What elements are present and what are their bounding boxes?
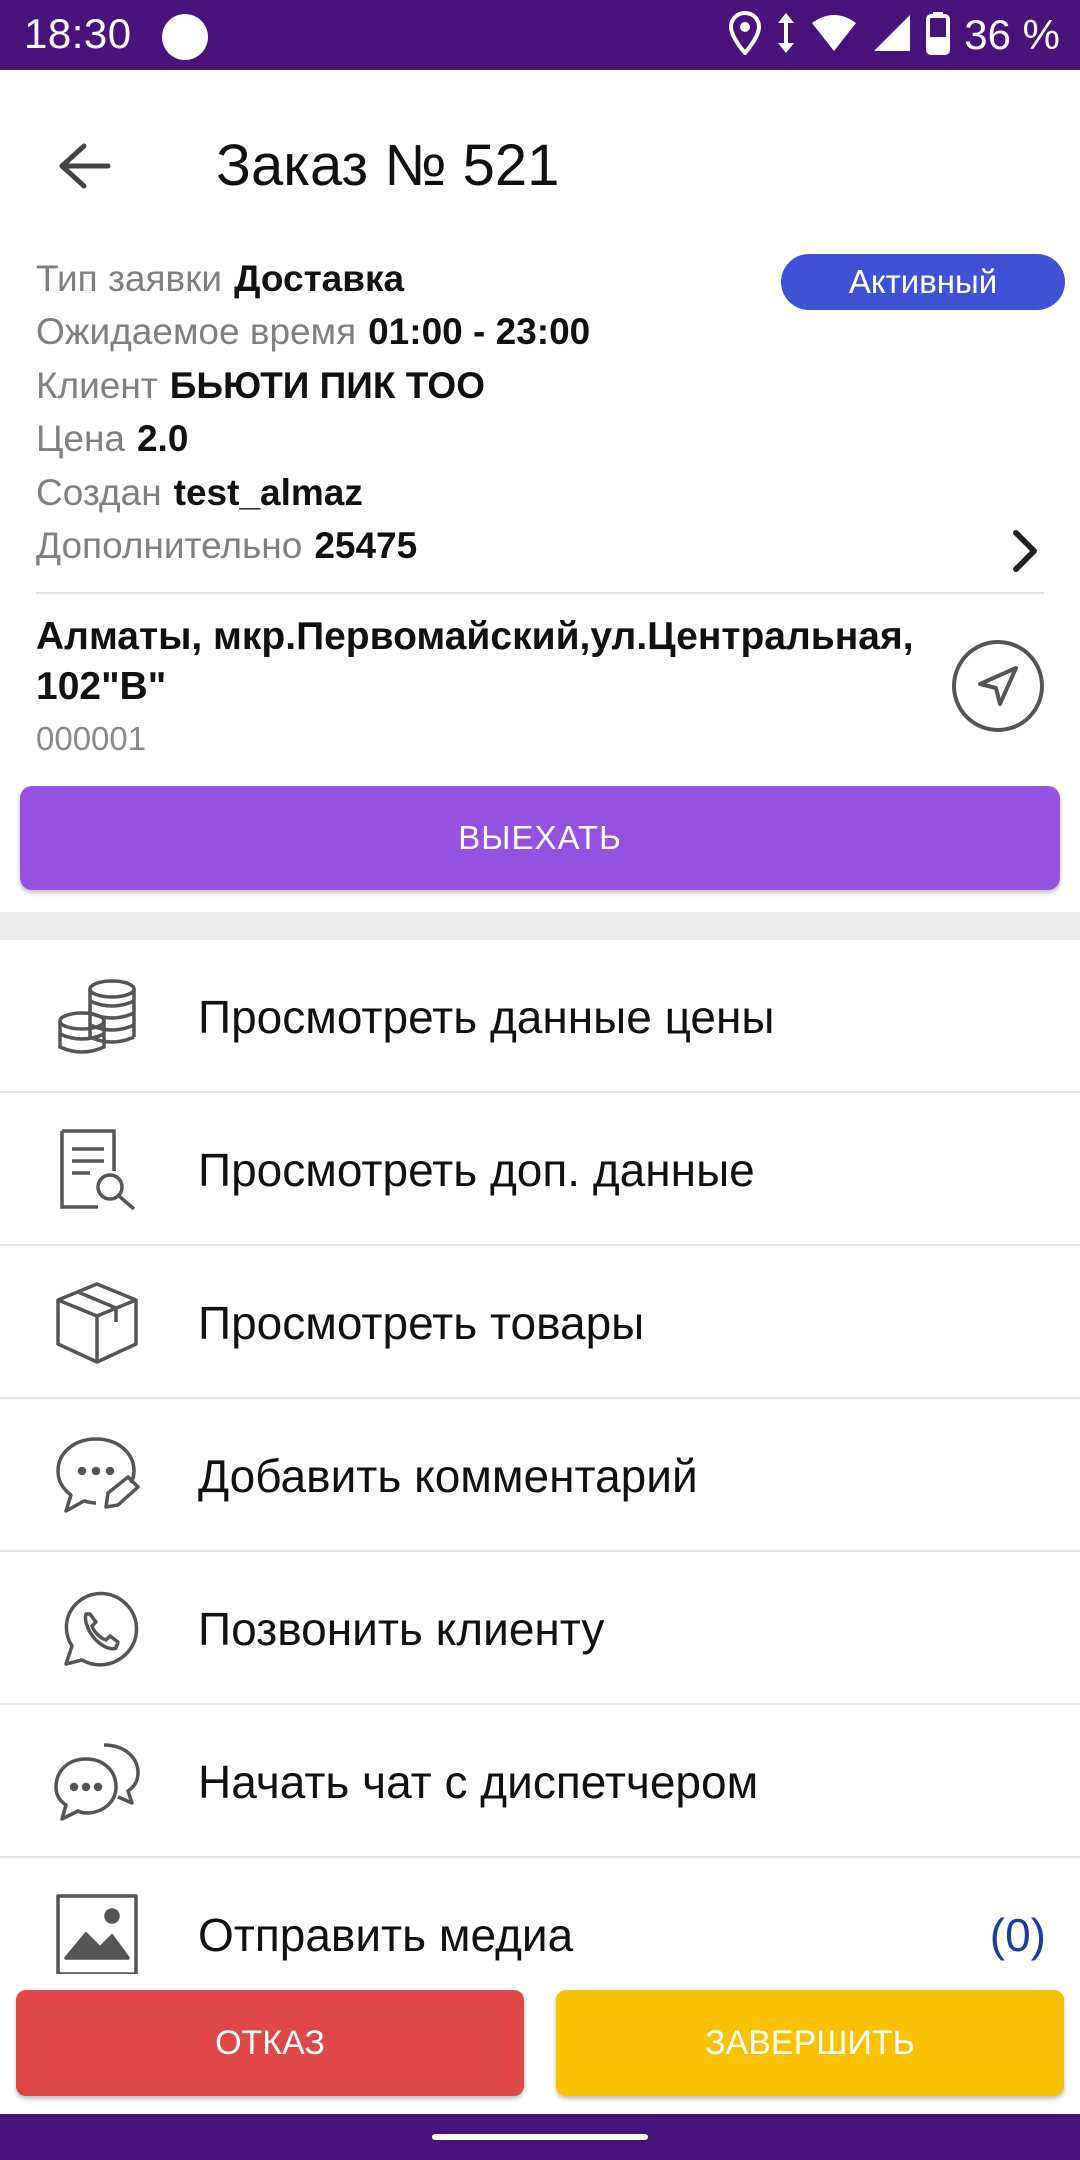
- field-label: Клиент: [36, 365, 158, 406]
- menu-item-price-data[interactable]: Просмотреть данные цены: [0, 940, 1080, 1093]
- status-bar: 18:30 36 %: [0, 0, 1080, 70]
- menu-item-add-comment[interactable]: Добавить комментарий: [0, 1399, 1080, 1552]
- menu-item-goods[interactable]: Просмотреть товары: [0, 1246, 1080, 1399]
- navigation-arrow-icon: [978, 666, 1018, 706]
- field-label: Ожидаемое время: [36, 311, 357, 352]
- circle-notification-icon: [162, 14, 208, 60]
- status-badge: Активный: [781, 254, 1065, 310]
- finish-button[interactable]: ЗАВЕРШИТЬ: [556, 1990, 1064, 2096]
- menu-item-label: Просмотреть товары: [198, 1297, 645, 1349]
- field-value: БЬЮТИ ПИК ТОО: [169, 365, 485, 406]
- divider: [36, 592, 1044, 594]
- menu-item-label: Просмотреть данные цены: [198, 991, 775, 1043]
- address-code: 000001: [36, 720, 147, 757]
- field-label: Тип заявки: [36, 258, 223, 299]
- status-time: 18:30: [24, 10, 132, 57]
- field-created-by: Создан test_almaz: [36, 472, 363, 522]
- field-value: 25475: [314, 525, 418, 566]
- refuse-button[interactable]: ОТКАЗ: [16, 1990, 524, 2096]
- field-additional[interactable]: Дополнительно 25475: [36, 525, 417, 575]
- back-button[interactable]: [48, 130, 120, 202]
- app-header: Заказ № 521: [0, 70, 1080, 250]
- field-price: Цена 2.0: [36, 418, 188, 468]
- field-label: Создан: [36, 472, 162, 513]
- battery-percent: 36 %: [964, 11, 1060, 58]
- page-title: Заказ № 521: [216, 133, 560, 198]
- status-icons: 36 %: [728, 10, 1060, 60]
- field-expected-time: Ожидаемое время 01:00 - 23:00: [36, 311, 590, 361]
- image-icon: [52, 1892, 142, 1978]
- delivery-address: Алматы, мкр.Первомайский,ул.Центральная,…: [36, 615, 914, 708]
- media-count: (0): [989, 1909, 1046, 1961]
- signal-icon: [872, 13, 912, 58]
- depart-button[interactable]: ВЫЕХАТЬ: [20, 786, 1060, 890]
- chevron-right-icon[interactable]: [1000, 526, 1050, 576]
- menu-item-dispatcher-chat[interactable]: Начать чат с диспетчером: [0, 1705, 1080, 1858]
- menu-item-extra-data[interactable]: Просмотреть доп. данные: [0, 1093, 1080, 1246]
- box-icon: [52, 1280, 142, 1366]
- menu-item-call-client[interactable]: Позвонить клиенту: [0, 1552, 1080, 1705]
- system-navigation-bar: [0, 2114, 1080, 2160]
- field-label: Дополнительно: [36, 525, 303, 566]
- bottom-action-bar: ОТКАЗ ЗАВЕРШИТЬ: [0, 1974, 1080, 2114]
- field-value: 01:00 - 23:00: [368, 311, 591, 352]
- home-gesture-pill[interactable]: [432, 2134, 648, 2140]
- chat-bubbles-icon: [52, 1739, 142, 1825]
- menu-item-label: Позвонить клиенту: [198, 1603, 605, 1655]
- menu-item-label: Отправить медиа: [198, 1909, 574, 1961]
- document-search-icon: [52, 1127, 142, 1213]
- comment-edit-icon: [52, 1433, 142, 1519]
- battery-icon: [926, 11, 951, 60]
- menu-item-label: Начать чат с диспетчером: [198, 1756, 759, 1808]
- field-value: 2.0: [136, 418, 189, 459]
- section-separator: [0, 912, 1080, 940]
- field-client: Клиент БЬЮТИ ПИК ТОО: [36, 365, 485, 415]
- data-arrows-icon: [776, 11, 796, 60]
- field-value: Доставка: [234, 258, 405, 299]
- wifi-icon: [810, 13, 858, 58]
- whatsapp-phone-icon: [52, 1586, 142, 1672]
- menu-item-label: Добавить комментарий: [198, 1450, 698, 1502]
- coins-icon: [52, 974, 142, 1060]
- field-request-type: Тип заявки Доставка: [36, 258, 404, 308]
- field-value: test_almaz: [173, 472, 363, 513]
- field-label: Цена: [36, 418, 125, 459]
- menu-item-label: Просмотреть доп. данные: [198, 1144, 755, 1196]
- location-icon: [728, 10, 762, 60]
- arrow-left-icon: [59, 143, 111, 189]
- navigate-button[interactable]: [952, 640, 1044, 732]
